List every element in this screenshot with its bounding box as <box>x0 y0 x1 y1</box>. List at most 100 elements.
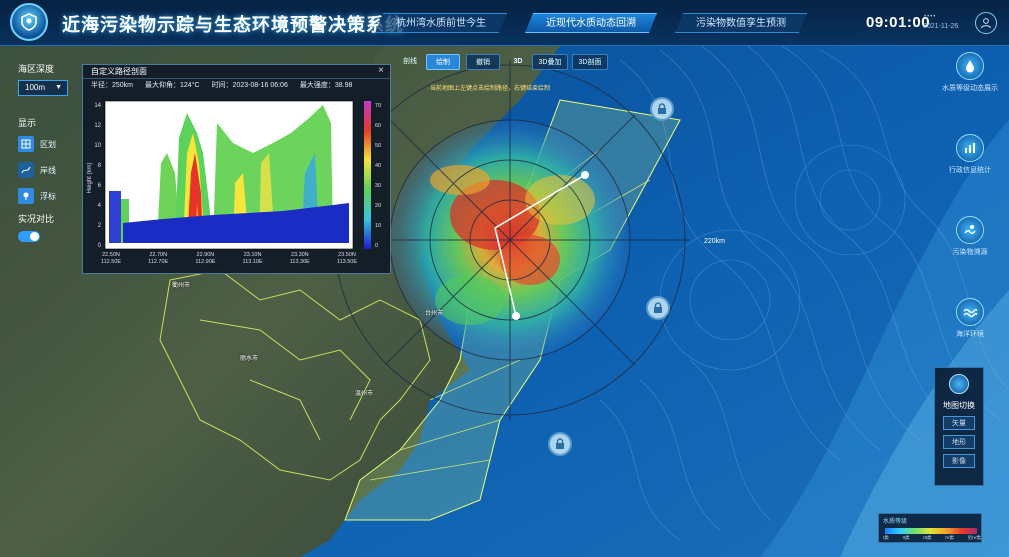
legend-label: I类 <box>883 535 889 540</box>
display-option-zoning[interactable]: 区划 <box>18 134 88 154</box>
colorbar <box>364 101 371 249</box>
close-icon[interactable]: × <box>378 64 384 77</box>
water-quality-icon <box>956 52 984 80</box>
colorbar-tick-label: 20 <box>375 203 381 209</box>
city-label-taizhou: 台州市 <box>425 311 444 317</box>
profile-time: 时间：2023-08-16 06:06 <box>211 82 288 89</box>
chart-icon <box>956 134 984 162</box>
user-icon[interactable] <box>975 12 997 34</box>
x-tick-label: 113.30E <box>290 259 310 265</box>
city-label-lishui: 丽水市 <box>240 356 259 362</box>
legend-title: 水质等级 <box>883 519 908 525</box>
water-quality-legend: 水质等级 I类 II类 III类 IV类 劣IV类 <box>878 513 982 543</box>
globe-icon <box>949 374 969 394</box>
clock-date: 2021-11-26 <box>923 23 959 30</box>
colorbar-tick-label: 70 <box>375 103 381 109</box>
y-tick-label: 6 <box>98 183 102 189</box>
map-type-imagery-button[interactable]: 影像 <box>943 454 975 468</box>
profile-panel: 自定义路径剖面 × 半径：250km 最大仰角：124°C 时间：2023-08… <box>82 64 391 274</box>
x-tick-label: 23.50N <box>338 252 356 258</box>
tab-pollution-twin-forecast[interactable]: 污染物数值孪生预测 <box>675 13 807 33</box>
legend-label: II类 <box>902 535 910 540</box>
x-tick-label: 23.30N <box>291 252 309 258</box>
colorbar-tick-label: 50 <box>375 143 381 149</box>
x-tick-label: 23.10N <box>244 252 262 258</box>
right-panel: 水质等级动态展示 行政信息统计 污染物溯源 海洋环境 <box>940 52 1000 380</box>
y-tick-label: 14 <box>94 103 101 109</box>
shield-logo-icon <box>10 3 48 41</box>
x-tick-label: 22.90N <box>197 252 215 258</box>
colorbar-tick-label: 40 <box>375 163 381 169</box>
y-tick-label: 12 <box>94 123 101 129</box>
profile-3d-button[interactable]: 3D剖面 <box>572 54 608 70</box>
legend-label: IV类 <box>945 535 954 540</box>
buoy-marker[interactable] <box>548 432 572 456</box>
x-tick-label: 113.10E <box>243 259 263 265</box>
profile-header: 自定义路径剖面 × <box>83 65 390 79</box>
x-tick-label: 112.70E <box>148 259 168 265</box>
x-tick-label: 112.50E <box>101 259 121 265</box>
compare-toggle[interactable] <box>18 231 40 242</box>
legend-labels: I类 II类 III类 IV类 劣IV类 <box>883 535 981 541</box>
y-tick-label: 2 <box>98 223 102 229</box>
tab-hangzhou-bay[interactable]: 杭州湾水质前世今生 <box>375 13 507 33</box>
display-option-label: 岸线 <box>40 165 56 175</box>
depth-select[interactable]: 100m ▼ <box>18 80 68 96</box>
x-tick-label: 22.50N <box>102 252 120 258</box>
toolbar-section-label: 剖线 <box>403 58 417 65</box>
right-button-label: 行政信息统计 <box>949 167 991 174</box>
y-tick-label: 10 <box>94 143 101 149</box>
pollution-trace-button[interactable]: 污染物溯源 <box>940 216 1000 292</box>
buoy-marker[interactable] <box>646 296 670 320</box>
toolbar-tip: ·当前地图上左键点击绘制路径，右键结束绘制 <box>428 86 550 92</box>
profile-radius: 半径：250km <box>91 82 134 89</box>
admin-stats-button[interactable]: 行政信息统计 <box>940 134 1000 210</box>
top-bar: 近海污染物示踪与生态环境预警决策系统 杭州湾水质前世今生 近现代水质动态回溯 污… <box>0 0 1009 46</box>
display-label: 显示 <box>18 118 37 128</box>
colorbar-tick-label: 0 <box>375 243 378 249</box>
map-type-vector-button[interactable]: 矢量 <box>943 416 975 430</box>
y-axis-label: Height (km) <box>87 162 93 193</box>
legend-color-bar <box>885 528 977 534</box>
profile-info: 半径：250km 最大仰角：124°C 时间：2023-08-16 06:06 … <box>83 79 390 93</box>
ocean-env-button[interactable]: 海洋环境 <box>940 298 1000 374</box>
buoy-icon <box>18 188 34 204</box>
right-button-label: 污染物溯源 <box>952 249 988 256</box>
chevron-down-icon: ▼ <box>55 84 62 91</box>
y-tick-label: 8 <box>98 163 102 169</box>
depth-value: 100m <box>25 83 46 92</box>
legend-label: III类 <box>923 535 932 540</box>
zoning-icon <box>18 136 34 152</box>
display-option-label: 区划 <box>40 139 56 149</box>
city-label-wenzhou: 温州市 <box>355 391 374 397</box>
buoy-marker[interactable] <box>650 97 674 121</box>
clock-time: 09:01:00 <box>866 14 931 31</box>
profile-title: 自定义路径剖面 <box>91 67 147 76</box>
undo-button[interactable]: 撤销 <box>466 54 500 70</box>
map-type-terrain-button[interactable]: 地形 <box>943 435 975 449</box>
pollution-icon <box>956 216 984 244</box>
radar-range-label: 220km <box>704 238 726 245</box>
tab-water-quality-backtrack[interactable]: 近现代水质动态回溯 <box>525 13 657 33</box>
mode-3d-button[interactable]: 3D <box>508 54 528 70</box>
profile-max-intensity: 最大强度：38.98 <box>299 82 353 89</box>
date-weekday-dots: •••• <box>924 14 937 20</box>
city-label-quzhou: 衢州市 <box>172 283 191 289</box>
profile-chart: 14121086420 706050403020100 22.50N112.50… <box>87 100 381 265</box>
display-option-buoy[interactable]: 浮标 <box>18 186 88 206</box>
water-quality-button[interactable]: 水质等级动态展示 <box>940 52 1000 128</box>
overlay-3d-button[interactable]: 3D叠加 <box>532 54 568 70</box>
draw-button[interactable]: 绘制 <box>426 54 460 70</box>
y-tick-label: 0 <box>98 243 102 249</box>
depth-label: 海区深度 <box>18 64 55 74</box>
x-tick-label: 112.90E <box>195 259 215 265</box>
display-option-coastline[interactable]: 岸线 <box>18 160 88 180</box>
map-switch-title: 地图切换 <box>943 401 975 410</box>
left-panel: 海区深度 100m ▼ 显示 区划 岸线 浮标 实况对比 <box>18 62 88 242</box>
colorbar-tick-label: 10 <box>375 223 381 229</box>
colorbar-tick-label: 30 <box>375 183 381 189</box>
x-tick-label: 22.70N <box>149 252 167 258</box>
wave-icon <box>956 298 984 326</box>
lock-icon <box>556 438 564 449</box>
profile-max-elev: 最大仰角：124°C <box>145 82 200 89</box>
